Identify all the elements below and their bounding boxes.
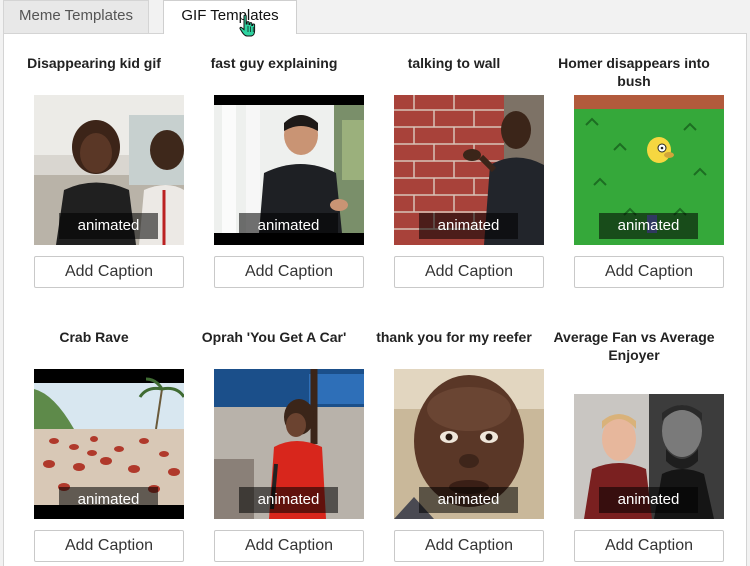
add-caption-button[interactable]: Add Caption — [394, 256, 544, 288]
gif-templates-page: Meme Templates GIF Templates Disappearin… — [0, 0, 750, 566]
template-card: Oprah 'You Get A Car' animated Add Capti… — [184, 308, 364, 566]
animated-badge: animated — [59, 213, 158, 239]
template-thumbnail[interactable]: animated — [394, 369, 544, 519]
template-thumbnail[interactable]: animated — [574, 369, 724, 519]
add-caption-button[interactable]: Add Caption — [34, 530, 184, 562]
add-caption-button[interactable]: Add Caption — [574, 530, 724, 562]
template-tab-bar: Meme Templates GIF Templates — [0, 0, 750, 34]
template-thumbnail[interactable]: animated — [394, 95, 544, 245]
template-thumbnail[interactable]: animated — [34, 369, 184, 519]
animated-badge: animated — [239, 487, 338, 513]
template-card: Homer disappears into bush animated Add … — [544, 34, 724, 294]
template-card: Disappearing kid gif animated Add Captio… — [4, 34, 184, 294]
template-title: Average Fan vs Average Enjoyer — [553, 329, 715, 363]
template-card: fast guy explaining animated Add Caption — [184, 34, 364, 294]
tab-meme-templates[interactable]: Meme Templates — [3, 0, 149, 33]
template-card: thank you for my reefer animated Add Cap… — [364, 308, 544, 566]
animated-badge: animated — [59, 487, 158, 513]
template-card: Crab Rave animated Add Caption — [4, 308, 184, 566]
template-title: fast guy explaining — [210, 55, 338, 71]
animated-badge: animated — [599, 213, 698, 239]
template-title: talking to wall — [407, 55, 501, 71]
animated-badge: animated — [239, 213, 338, 239]
add-caption-button[interactable]: Add Caption — [34, 256, 184, 288]
add-caption-button[interactable]: Add Caption — [574, 256, 724, 288]
template-title: Homer disappears into bush — [558, 55, 710, 89]
add-caption-button[interactable]: Add Caption — [214, 530, 364, 562]
template-title: Crab Rave — [59, 329, 129, 345]
tab-gif-templates[interactable]: GIF Templates — [163, 0, 297, 34]
template-thumbnail[interactable]: animated — [214, 369, 364, 519]
animated-badge: animated — [419, 487, 518, 513]
hand-pointer-icon — [239, 14, 256, 37]
template-title: Disappearing kid gif — [27, 55, 161, 71]
animated-badge: animated — [599, 487, 698, 513]
template-title: Oprah 'You Get A Car' — [201, 329, 347, 345]
add-caption-button[interactable]: Add Caption — [214, 256, 364, 288]
gif-templates-panel: Disappearing kid gif animated Add Captio… — [3, 33, 747, 566]
template-thumbnail[interactable]: animated — [574, 95, 724, 245]
add-caption-button[interactable]: Add Caption — [394, 530, 544, 562]
template-thumbnail[interactable]: animated — [34, 95, 184, 245]
template-title: thank you for my reefer — [376, 329, 532, 345]
template-card: talking to wall animated Add Caption — [364, 34, 544, 294]
animated-badge: animated — [419, 213, 518, 239]
template-card: Average Fan vs Average Enjoyer animated … — [544, 308, 724, 566]
template-thumbnail[interactable]: animated — [214, 95, 364, 245]
